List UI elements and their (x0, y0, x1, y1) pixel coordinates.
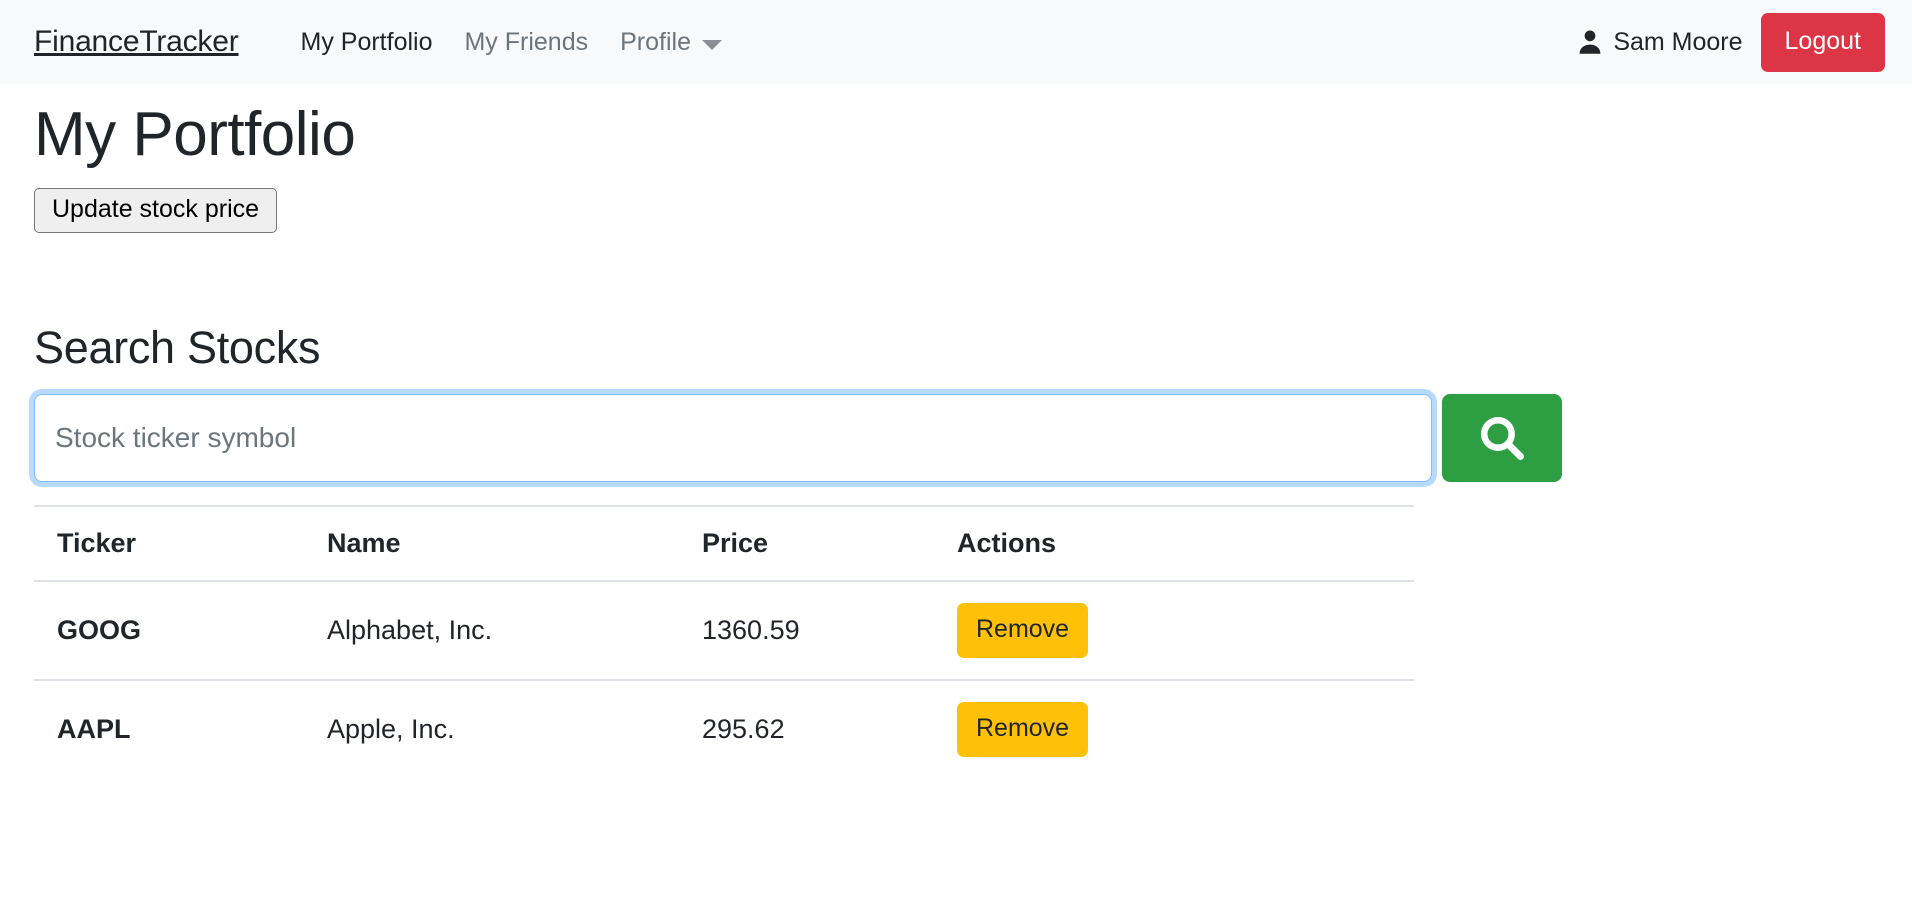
update-stock-price-button[interactable]: Update stock price (34, 188, 278, 234)
nav-links: My Portfolio My Friends Profile (285, 27, 739, 56)
search-button[interactable] (1442, 394, 1562, 483)
search-input-wrapper (34, 394, 1432, 483)
search-section-title: Search Stocks (34, 322, 321, 374)
column-header-actions: Actions (934, 505, 1414, 582)
chevron-down-icon (702, 40, 722, 50)
nav-dropdown-label: Profile (620, 27, 691, 56)
nav-dropdown-profile[interactable]: Profile (604, 27, 738, 56)
brand-logo[interactable]: FinanceTracker (34, 27, 239, 57)
column-header-price: Price (679, 505, 934, 582)
cell-price: 295.62 (679, 679, 934, 779)
cell-actions: Remove (934, 580, 1414, 681)
cell-price: 1360.59 (679, 580, 934, 681)
stock-table-body: GOOG Alphabet, Inc. 1360.59 Remove AAPL … (34, 580, 1414, 779)
remove-button[interactable]: Remove (957, 702, 1089, 758)
stock-table: Ticker Name Price Actions GOOG Alphabet,… (34, 505, 1414, 779)
column-header-ticker: Ticker (34, 505, 304, 582)
search-row (34, 394, 1562, 483)
logout-button[interactable]: Logout (1760, 12, 1885, 72)
table-row: GOOG Alphabet, Inc. 1360.59 Remove (34, 580, 1414, 681)
page-title: My Portfolio (34, 100, 356, 169)
cell-ticker: AAPL (34, 679, 304, 779)
cell-ticker: GOOG (34, 580, 304, 681)
nav-link-my-friends[interactable]: My Friends (448, 29, 604, 55)
cell-actions: Remove (934, 679, 1414, 779)
cell-name: Alphabet, Inc. (304, 580, 679, 681)
stock-table-head: Ticker Name Price Actions (34, 505, 1414, 582)
navbar: FinanceTracker My Portfolio My Friends P… (0, 0, 1912, 84)
navbar-right: Sam Moore Logout (1577, 0, 1885, 84)
table-row: AAPL Apple, Inc. 295.62 Remove (34, 679, 1414, 779)
search-input[interactable] (34, 394, 1432, 483)
user-name: Sam Moore (1613, 27, 1743, 56)
search-icon (1480, 417, 1524, 461)
column-header-name: Name (304, 505, 679, 582)
cell-name: Apple, Inc. (304, 679, 679, 779)
table-header-row: Ticker Name Price Actions (34, 505, 1414, 582)
remove-button[interactable]: Remove (957, 603, 1089, 659)
user-chip[interactable]: Sam Moore (1577, 27, 1743, 56)
main-content: My Portfolio Update stock price Search S… (0, 98, 1912, 779)
user-icon (1579, 30, 1601, 54)
nav-link-my-portfolio[interactable]: My Portfolio (285, 29, 449, 55)
